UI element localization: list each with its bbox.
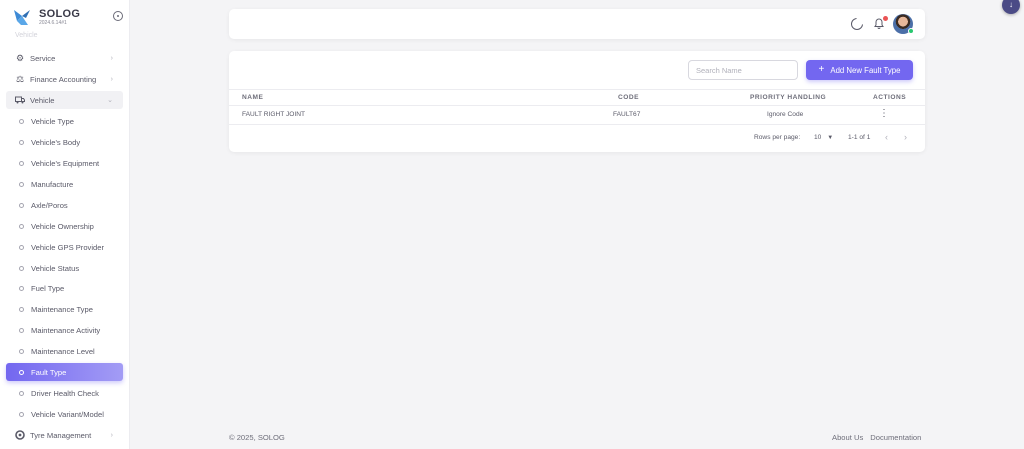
sidebar-subitem-vehicle-gps-provider[interactable]: Vehicle GPS Provider [6, 238, 123, 256]
circle-icon [19, 139, 24, 145]
sidebar-subitem-label: Fault Type [31, 367, 67, 377]
sidebar-item-vehicle[interactable]: Vehicle ⌄ [6, 91, 123, 109]
circle-icon [19, 244, 24, 250]
column-header-actions: ACTIONS [873, 94, 907, 101]
sidebar-subitem-label: Vehicle Variant/Model [31, 409, 104, 419]
finance-icon: ⚖ [15, 73, 25, 84]
sidebar-subitem-fault-type[interactable]: Fault Type [6, 363, 123, 381]
truck-icon [15, 95, 25, 105]
sidebar-subitem-label: Axle/Poros [31, 200, 68, 210]
column-header-name[interactable]: NAME [242, 94, 263, 101]
sidebar-subitem-axle-poros[interactable]: Axle/Poros [6, 196, 123, 214]
chevron-right-icon: › [110, 431, 113, 439]
search-input[interactable] [688, 60, 798, 80]
service-icon: ⚙ [15, 52, 25, 63]
moon-icon[interactable] [851, 16, 865, 30]
circle-icon [19, 327, 24, 333]
sidebar-toggle-icon[interactable] [113, 11, 123, 21]
table-row[interactable]: FAULT RIGHT JOINT FAULT67 Ignore Code ⋮ [229, 106, 925, 125]
top-navbar [229, 9, 925, 39]
sidebar-item-finance-accounting[interactable]: ⚖ Finance Accounting › [6, 70, 123, 88]
sidebar-subitem-label: Maintenance Level [31, 346, 95, 356]
circle-icon [19, 202, 24, 208]
tyre-icon [15, 430, 25, 440]
add-button-label: Add New Fault Type [830, 65, 901, 75]
circle-icon [19, 390, 24, 396]
sidebar-subitem-driver-health-check[interactable]: Driver Health Check [6, 384, 123, 402]
rows-per-page-label: Rows per page: [754, 134, 801, 141]
chevron-right-icon: › [110, 54, 113, 62]
footer-copyright: © 2025, SOLOG [229, 433, 285, 442]
sidebar-subitem-vehicle-type[interactable]: Vehicle Type [6, 112, 123, 130]
plus-icon: + [818, 64, 825, 75]
column-header-priority-handling[interactable]: PRIORITY HANDLING [750, 94, 826, 101]
sidebar-subitem-label: Maintenance Activity [31, 325, 101, 335]
table-header: NAME CODE PRIORITY HANDLING ACTIONS [229, 89, 925, 106]
circle-icon [19, 223, 24, 229]
circle-icon [19, 306, 24, 312]
sidebar-subitem-fuel-type[interactable]: Fuel Type [6, 279, 123, 297]
column-header-code[interactable]: CODE [618, 94, 639, 101]
chevron-right-icon[interactable]: › [904, 132, 907, 142]
add-new-fault-type-button[interactable]: + Add New Fault Type [806, 60, 913, 80]
circle-icon [19, 118, 24, 124]
solog-logo-icon [11, 6, 33, 28]
sidebar-subitem-vehicles-equipment[interactable]: Vehicle's Equipment [6, 154, 123, 172]
brand-version: 2024.6.14#1 [39, 19, 67, 26]
chevron-left-icon[interactable]: ‹ [885, 132, 888, 142]
circle-icon [19, 160, 24, 166]
sidebar-subitem-label: Vehicle Type [31, 116, 74, 126]
circle-icon [19, 411, 24, 417]
cell-name: FAULT RIGHT JOINT [242, 111, 306, 118]
sidebar-item-label: Vehicle [30, 95, 55, 105]
sidebar-subitem-vehicle-variant-model[interactable]: Vehicle Variant/Model [6, 405, 123, 423]
circle-icon [19, 348, 24, 354]
sidebar-subitem-label: Maintenance Type [31, 304, 93, 314]
sidebar-subitem-label: Vehicle's Equipment [31, 158, 100, 168]
circle-icon [19, 265, 24, 271]
circle-icon [19, 181, 24, 187]
sidebar: SOLOG 2024.6.14#1 Vehicle ⚙ Service › ⚖ … [0, 0, 130, 449]
sidebar-item-faded: Vehicle [15, 32, 38, 39]
sidebar-subitem-label: Vehicle GPS Provider [31, 242, 105, 252]
download-icon[interactable]: ↓ [1002, 0, 1020, 14]
sidebar-subitem-maintenance-level[interactable]: Maintenance Level [6, 342, 123, 360]
sidebar-subitem-vehicles-body[interactable]: Vehicle's Body [6, 133, 123, 151]
sidebar-subitem-label: Fuel Type [31, 283, 65, 293]
more-vertical-icon[interactable]: ⋮ [879, 109, 889, 119]
rows-per-page-value: 10 [814, 134, 822, 141]
brand[interactable]: SOLOG 2024.6.14#1 [11, 6, 80, 28]
circle-icon [19, 285, 24, 291]
sidebar-subitem-label: Driver Health Check [31, 388, 99, 398]
about-us-link[interactable]: About Us [832, 433, 863, 442]
online-status-badge [908, 28, 914, 34]
cell-priority: Ignore Code [767, 111, 804, 118]
documentation-link[interactable]: Documentation [870, 433, 921, 442]
circle-icon [19, 369, 24, 375]
sidebar-subitem-vehicle-status[interactable]: Vehicle Status [6, 259, 123, 277]
brand-name: SOLOG [39, 7, 81, 20]
sidebar-item-tyre-management[interactable]: Tyre Management › [6, 426, 123, 444]
pagination-range: 1-1 of 1 [848, 134, 871, 141]
sidebar-subitem-label: Manufacture [31, 179, 74, 189]
sidebar-subitem-manufacture[interactable]: Manufacture [6, 175, 123, 193]
footer-links: About Us Documentation [832, 433, 928, 442]
sidebar-subitem-label: Vehicle Ownership [31, 221, 94, 231]
fault-type-card: + Add New Fault Type NAME CODE PRIORITY … [229, 51, 925, 152]
rows-per-page-select[interactable]: 10 ▼ [814, 134, 833, 141]
sidebar-item-label: Finance Accounting [30, 74, 97, 84]
sidebar-subitem-maintenance-activity[interactable]: Maintenance Activity [6, 321, 123, 339]
chevron-down-icon: ⌄ [107, 97, 113, 104]
cell-code: FAULT67 [613, 111, 641, 118]
caret-down-icon: ▼ [827, 135, 834, 141]
sidebar-subitem-label: Vehicle's Body [31, 137, 81, 147]
notification-badge [883, 16, 888, 21]
sidebar-subitem-label: Vehicle Status [31, 263, 80, 273]
sidebar-item-label: Tyre Management [30, 430, 92, 440]
chevron-right-icon: › [110, 75, 113, 83]
sidebar-subitem-vehicle-ownership[interactable]: Vehicle Ownership [6, 217, 123, 235]
sidebar-subitem-maintenance-type[interactable]: Maintenance Type [6, 300, 123, 318]
sidebar-item-label: Service [30, 53, 56, 63]
sidebar-item-service[interactable]: ⚙ Service › [6, 49, 123, 67]
